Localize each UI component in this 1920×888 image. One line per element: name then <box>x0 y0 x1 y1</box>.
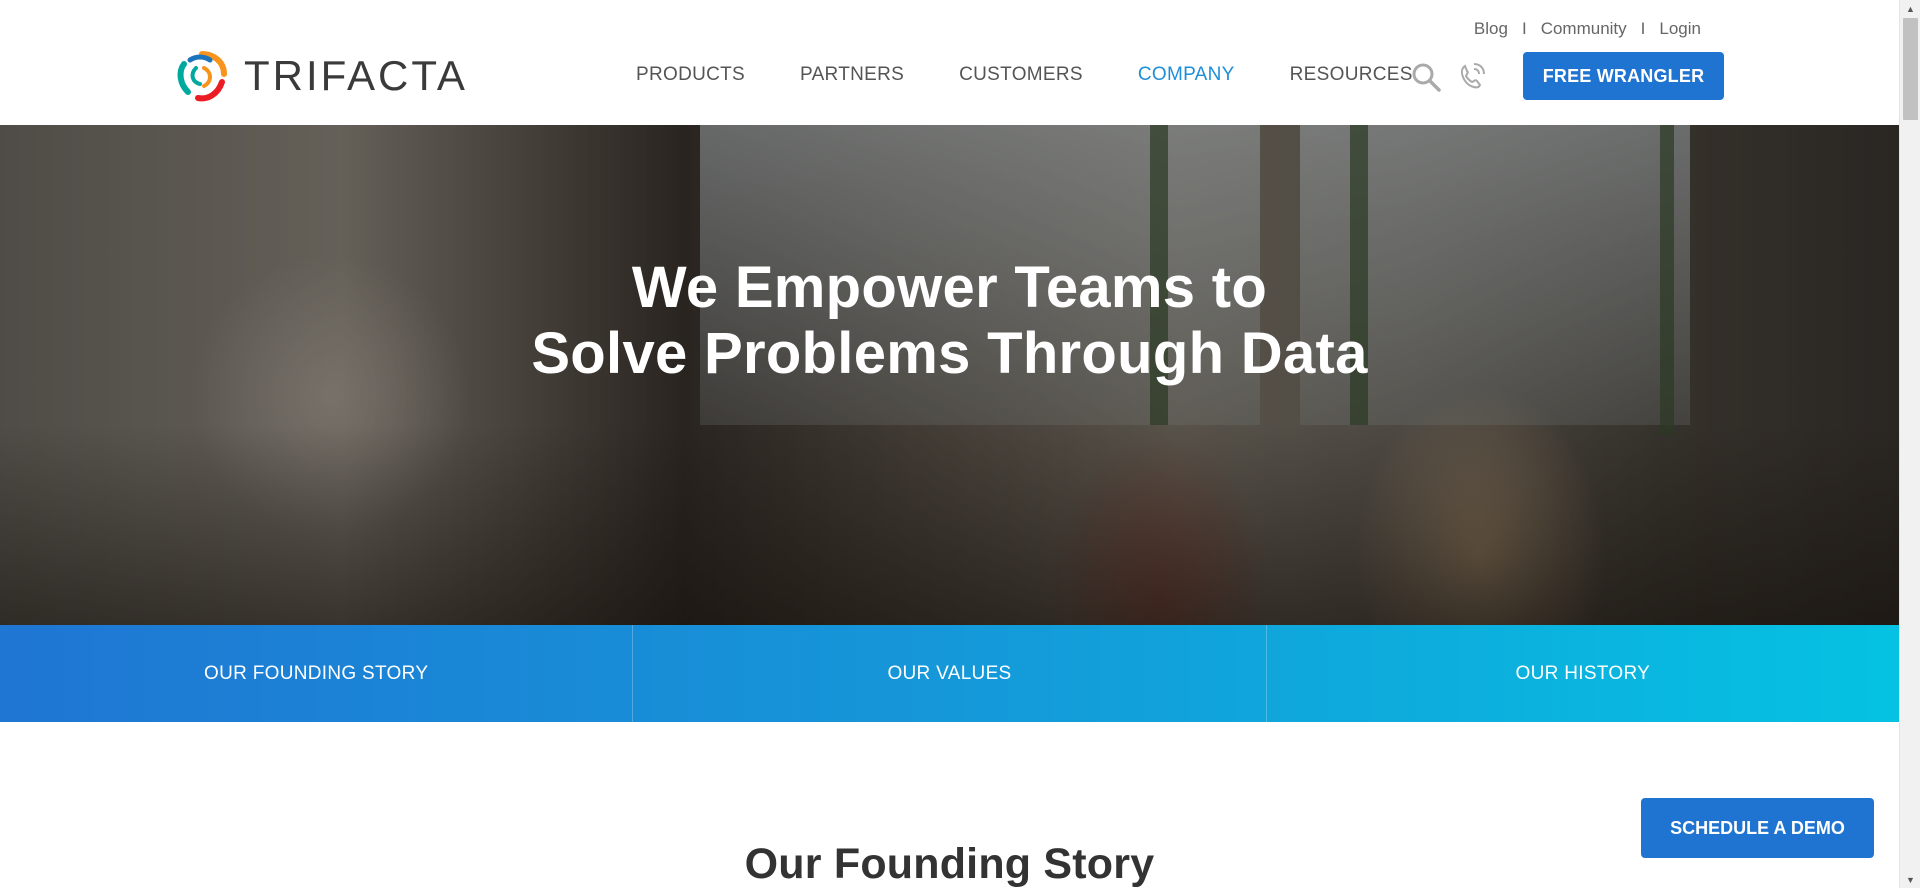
utility-separator: I <box>1640 19 1646 38</box>
hero-banner: We Empower Teams to Solve Problems Throu… <box>0 125 1899 625</box>
section-title: Our Founding Story <box>744 840 1155 888</box>
utility-nav: Blog I Community I Login <box>1474 19 1701 39</box>
phone-icon[interactable] <box>1456 60 1488 92</box>
hero-floor-shade <box>0 425 1899 625</box>
nav-company[interactable]: COMPANY <box>1138 62 1235 88</box>
login-link[interactable]: Login <box>1659 19 1701 39</box>
brand-name: TRIFACTA <box>244 52 468 99</box>
blog-link[interactable]: Blog <box>1474 19 1508 39</box>
search-icon[interactable] <box>1410 61 1442 93</box>
scroll-up-arrow-icon[interactable]: ▲ <box>1900 0 1920 17</box>
tab-values[interactable]: OUR VALUES <box>633 625 1267 722</box>
nav-partners[interactable]: PARTNERS <box>800 62 904 88</box>
nav-resources[interactable]: RESOURCES <box>1290 62 1413 88</box>
hero-title-line1: We Empower Teams to <box>631 255 1268 320</box>
site-header: TRIFACTA Blog I Community I Login PRODUC… <box>0 0 1899 125</box>
nav-customers[interactable]: CUSTOMERS <box>959 62 1083 88</box>
tab-history[interactable]: OUR HISTORY <box>1267 625 1899 722</box>
hero-title-line2: Solve Problems Through Data <box>531 321 1368 386</box>
utility-separator: I <box>1521 19 1527 38</box>
community-link[interactable]: Community <box>1541 19 1627 39</box>
free-wrangler-button[interactable]: FREE WRANGLER <box>1523 52 1724 100</box>
page-scrollbar[interactable]: ▲ ▼ <box>1899 0 1920 888</box>
nav-products[interactable]: PRODUCTS <box>636 62 745 88</box>
hero-title: We Empower Teams to Solve Problems Throu… <box>0 255 1899 387</box>
tab-founding-story[interactable]: OUR FOUNDING STORY <box>0 625 634 722</box>
brand-logo[interactable]: TRIFACTA <box>174 48 468 104</box>
main-nav: PRODUCTS PARTNERS CUSTOMERS COMPANY RESO… <box>636 62 1468 88</box>
scroll-down-arrow-icon[interactable]: ▼ <box>1900 871 1920 888</box>
trifacta-logo-icon <box>177 51 227 102</box>
scrollbar-thumb[interactable] <box>1903 18 1918 120</box>
section-tabs: OUR FOUNDING STORY OUR VALUES OUR HISTOR… <box>0 625 1899 722</box>
schedule-demo-button[interactable]: SCHEDULE A DEMO <box>1641 798 1874 858</box>
